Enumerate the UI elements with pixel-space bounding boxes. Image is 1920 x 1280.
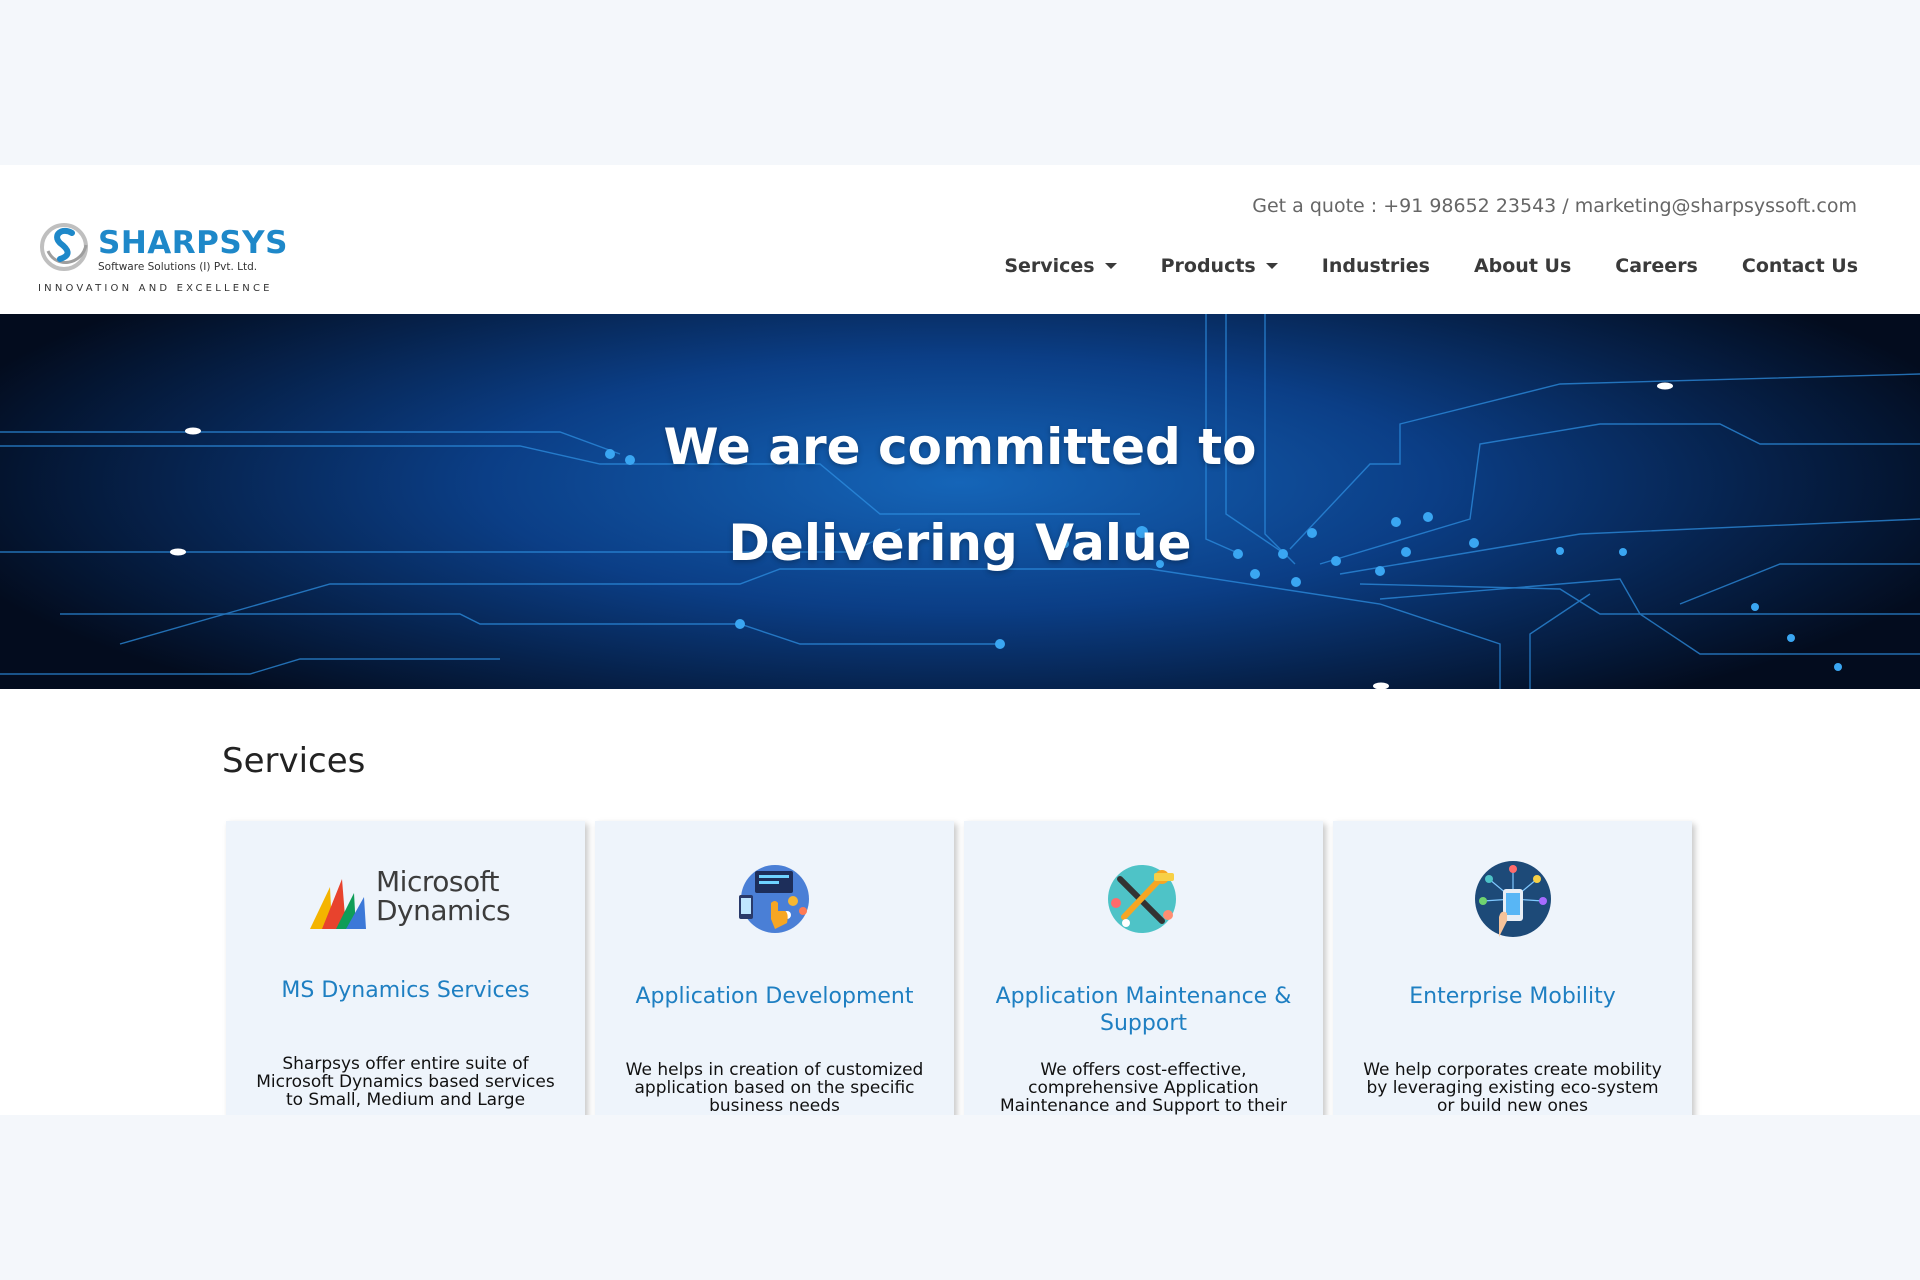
dynamics-logo-line2: Dynamics <box>376 894 511 927</box>
mobility-illustration <box>1475 861 1551 937</box>
card-title[interactable]: Application Maintenance & Support <box>984 983 1303 1037</box>
card-description: We helps in creation of customized appli… <box>625 1060 924 1115</box>
card-description: Sharpsys offer entire suite of Microsoft… <box>256 1054 555 1110</box>
brand-name: SHARPSYS <box>98 225 288 261</box>
services-heading: Services <box>222 741 366 781</box>
nav-industries-label: Industries <box>1321 255 1430 277</box>
microsoft-dynamics-logo-icon: Microsoft Dynamics <box>226 821 585 941</box>
card-title[interactable]: MS Dynamics Services <box>246 977 565 1004</box>
service-card-app-development[interactable]: Application Development We helps in crea… <box>595 821 954 1115</box>
card-description: We offers cost-effective, comprehensive … <box>1000 1060 1287 1115</box>
logo-swirl-icon <box>40 223 88 271</box>
nav-about-us[interactable]: About Us <box>1474 255 1571 277</box>
caret-down-icon <box>1265 263 1278 269</box>
main-nav: Services Products Industries About Us Ca… <box>1004 255 1858 277</box>
hero-banner: We are committed to Delivering Value <box>0 314 1920 689</box>
hero-heading-line2: Delivering Value <box>728 514 1192 572</box>
brand-subtitle: Software Solutions (I) Pvt. Ltd. <box>98 261 258 273</box>
nav-about-us-label: About Us <box>1473 255 1572 277</box>
nav-careers[interactable]: Careers <box>1615 255 1698 277</box>
nav-careers-label: Careers <box>1615 255 1698 277</box>
service-card-ms-dynamics[interactable]: Microsoft Dynamics MS Dynamics Services … <box>226 821 585 1115</box>
hero-heading-line1: We are committed to <box>663 418 1257 476</box>
caret-down-icon <box>1104 263 1117 269</box>
app-dev-illustration <box>739 865 809 933</box>
nav-contact-us-label: Contact Us <box>1741 255 1858 277</box>
card-title[interactable]: Application Development <box>615 983 934 1010</box>
nav-industries[interactable]: Industries <box>1322 255 1430 277</box>
nav-services[interactable]: Services <box>1004 255 1117 277</box>
quote-contact[interactable]: Get a quote : +91 98652 23543 / marketin… <box>1252 195 1857 217</box>
card-description: We help corporates create mobility by le… <box>1363 1060 1662 1115</box>
card-title[interactable]: Enterprise Mobility <box>1353 983 1672 1010</box>
dynamics-logo-text: Microsoft Dynamics <box>376 865 511 927</box>
page: SHARPSYS Software Solutions (I) Pvt. Ltd… <box>0 165 1920 1115</box>
mobility-phone-icon <box>1333 821 1692 941</box>
services-card-list: Microsoft Dynamics MS Dynamics Services … <box>226 821 1692 1115</box>
nav-contact-us[interactable]: Contact Us <box>1742 255 1858 277</box>
maintenance-illustration <box>1108 865 1176 933</box>
service-card-enterprise-mobility[interactable]: Enterprise Mobility We help corporates c… <box>1333 821 1692 1115</box>
service-card-app-maintenance[interactable]: Application Maintenance & Support We off… <box>964 821 1323 1115</box>
site-header: SHARPSYS Software Solutions (I) Pvt. Ltd… <box>0 165 1920 314</box>
nav-products-label: Products <box>1160 255 1256 277</box>
app-development-icon <box>595 821 954 941</box>
brand-tagline: INNOVATION AND EXCELLENCE <box>38 283 273 294</box>
brand-logo[interactable]: SHARPSYS Software Solutions (I) Pvt. Ltd… <box>38 219 298 299</box>
nav-services-label: Services <box>1004 255 1095 277</box>
maintenance-tools-icon <box>964 821 1323 941</box>
dynamics-logo-line1: Microsoft <box>376 865 499 898</box>
nav-products[interactable]: Products <box>1161 255 1278 277</box>
circuit-pattern-background <box>0 314 1920 689</box>
